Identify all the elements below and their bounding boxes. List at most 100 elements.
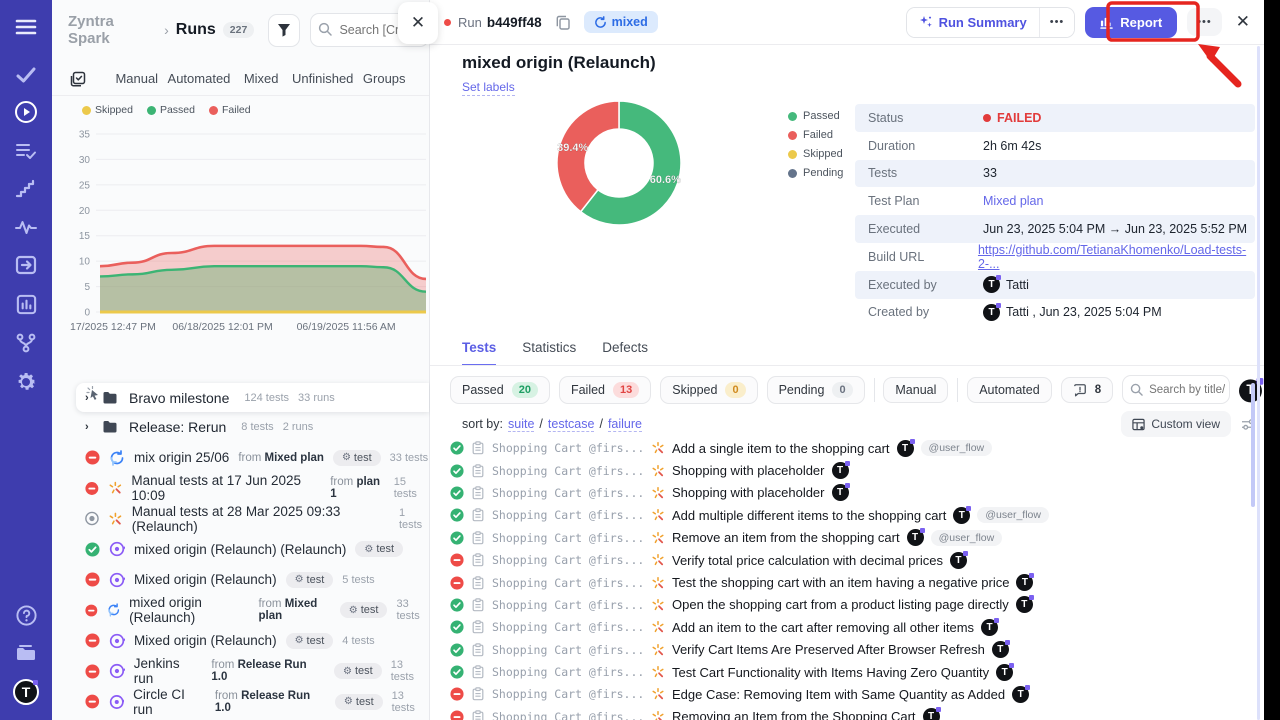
avatar[interactable]: T bbox=[907, 529, 924, 546]
test-row[interactable]: Shopping Cart @firs... Add a single item… bbox=[450, 437, 1256, 459]
tab-automated[interactable]: Automated bbox=[168, 71, 231, 86]
run-row[interactable]: Manual tests at 28 Mar 2025 09:33 (Relau… bbox=[52, 504, 429, 535]
sidebar-sign-in-icon[interactable] bbox=[0, 250, 52, 280]
sidebar-menu-icon[interactable] bbox=[0, 12, 52, 42]
avatar[interactable]: T bbox=[832, 484, 849, 501]
sidebar-play-circle-icon[interactable] bbox=[0, 97, 52, 127]
avatar[interactable]: T bbox=[983, 304, 1000, 321]
run-tests-count: 13 tests bbox=[392, 690, 429, 714]
run-row[interactable]: Circle CI runfrom Release Run 1.0⚙test13… bbox=[52, 687, 429, 718]
failed-status-icon bbox=[85, 664, 100, 679]
tab-unfinished[interactable]: Unfinished bbox=[292, 71, 354, 86]
run-type-badge[interactable]: mixed bbox=[584, 11, 658, 33]
run-row[interactable]: mix origin 25/06from Mixed plan⚙test33 t… bbox=[52, 443, 429, 474]
manual-run-icon bbox=[651, 710, 665, 720]
run-summary-button[interactable]: Run Summary bbox=[907, 8, 1039, 37]
sidebar-help-icon[interactable] bbox=[0, 600, 52, 630]
test-row[interactable]: Shopping Cart @firs... Open the shopping… bbox=[450, 594, 1256, 616]
run-row[interactable]: mixed origin (Relaunch) (Relaunch)⚙test bbox=[52, 534, 429, 565]
failed-status-icon bbox=[85, 481, 99, 496]
test-row[interactable]: Shopping Cart @firs... Test Cart Functio… bbox=[450, 661, 1256, 683]
custom-view-button[interactable]: Custom view bbox=[1121, 411, 1231, 437]
test-row[interactable]: Shopping Cart @firs... Shopping with pla… bbox=[450, 459, 1256, 481]
test-row[interactable]: Shopping Cart @firs... Edge Case: Removi… bbox=[450, 683, 1256, 705]
test-row[interactable]: Shopping Cart @firs... Removing an Item … bbox=[450, 706, 1256, 720]
run-row[interactable]: Jenkins runfrom Release Run 1.0⚙test13 t… bbox=[52, 656, 429, 687]
avatar[interactable]: T bbox=[897, 440, 914, 457]
user-value: TTatti , Jun 23, 2025 5:04 PM bbox=[983, 304, 1162, 321]
avatar[interactable]: T bbox=[983, 276, 1000, 293]
avatar[interactable]: T bbox=[1012, 686, 1029, 703]
sort-suite-link[interactable]: suite bbox=[508, 417, 534, 432]
filter-chip-passed[interactable]: Passed20 bbox=[450, 376, 550, 404]
sidebar-docs-icon[interactable] bbox=[0, 638, 52, 668]
test-row[interactable]: Shopping Cart @firs... Add multiple diff… bbox=[450, 504, 1256, 526]
run-summary-more-button[interactable]: ••• bbox=[1039, 8, 1075, 37]
filter-button[interactable] bbox=[268, 14, 300, 47]
tab-defects[interactable]: Defects bbox=[602, 340, 648, 366]
set-labels-link[interactable]: Set labels bbox=[462, 80, 515, 96]
filter-chip-skipped[interactable]: Skipped0 bbox=[660, 376, 757, 404]
sort-failure-link[interactable]: failure bbox=[608, 417, 642, 432]
avatar[interactable]: T bbox=[992, 641, 1009, 658]
run-row[interactable]: Mixed origin (Relaunch)⚙test5 tests bbox=[52, 565, 429, 596]
filter-chip-manual[interactable]: Manual bbox=[883, 377, 948, 403]
close-icon: ✕ bbox=[1236, 12, 1250, 31]
report-button[interactable]: Report bbox=[1085, 7, 1177, 38]
avatar[interactable]: T bbox=[832, 462, 849, 479]
run-group-row[interactable]: › Bravo milestone 124 tests 33 runs bbox=[76, 383, 429, 412]
test-row[interactable]: Shopping Cart @firs... Add an item to th… bbox=[450, 616, 1256, 638]
scrollbar-thumb[interactable] bbox=[1251, 383, 1255, 507]
sidebar-branch-icon[interactable] bbox=[0, 328, 52, 358]
sidebar-settings-icon[interactable] bbox=[0, 367, 52, 397]
select-all-icon[interactable] bbox=[70, 71, 86, 87]
tab-statistics[interactable]: Statistics bbox=[522, 340, 576, 366]
sidebar-check-icon[interactable] bbox=[0, 60, 52, 90]
tab-tests[interactable]: Tests bbox=[462, 340, 496, 366]
run-row[interactable]: Mixed origin (Relaunch)⚙test4 tests bbox=[52, 626, 429, 657]
test-row[interactable]: Shopping Cart @firs... Remove an item fr… bbox=[450, 527, 1256, 549]
tab-manual[interactable]: Manual bbox=[106, 71, 168, 86]
avatar[interactable]: T bbox=[1016, 574, 1033, 591]
legend-dot bbox=[147, 106, 156, 115]
sidebar-steps-icon[interactable] bbox=[0, 174, 52, 204]
test-row[interactable]: Shopping Cart @firs... Verify total pric… bbox=[450, 549, 1256, 571]
filter-chip-failed[interactable]: Failed13 bbox=[559, 376, 651, 404]
breadcrumb-project[interactable]: Zyntra Spark bbox=[68, 13, 157, 47]
detail-close-button[interactable]: ✕ bbox=[1236, 12, 1250, 32]
sidebar-report-icon[interactable] bbox=[0, 289, 52, 319]
sidebar-list-check-icon[interactable] bbox=[0, 136, 52, 166]
test-row[interactable]: Shopping Cart @firs... Verify Cart Items… bbox=[450, 639, 1256, 661]
chevron-right-icon[interactable]: › bbox=[85, 421, 93, 433]
avatar[interactable]: T bbox=[981, 619, 998, 636]
test-plan-link[interactable]: Mixed plan bbox=[983, 194, 1043, 208]
run-group-row[interactable]: › Release: Rerun 8 tests 2 runs bbox=[52, 412, 429, 443]
comments-filter-chip[interactable]: 8 bbox=[1061, 377, 1113, 403]
more-actions-button[interactable]: ••• bbox=[1187, 8, 1222, 36]
sidebar-activity-icon[interactable] bbox=[0, 212, 52, 242]
avatar[interactable]: T bbox=[950, 552, 967, 569]
tab-groups[interactable]: Groups bbox=[353, 71, 415, 86]
panel-close-button[interactable]: ✕ bbox=[398, 2, 438, 44]
copy-run-id-button[interactable] bbox=[556, 15, 570, 30]
filter-chip-automated[interactable]: Automated bbox=[967, 377, 1051, 403]
build-url-link[interactable]: https://github.com/TetianaKhomenko/Load-… bbox=[978, 243, 1255, 271]
test-row[interactable]: Shopping Cart @firs... Shopping with pla… bbox=[450, 482, 1256, 504]
sidebar-avatar-icon[interactable]: T bbox=[0, 677, 52, 707]
avatar[interactable]: T bbox=[953, 507, 970, 524]
run-tests-count: 15 tests bbox=[394, 476, 429, 500]
run-row[interactable]: mixed origin (Relaunch)from Mixed plan⚙t… bbox=[52, 595, 429, 626]
sort-testcase-link[interactable]: testcase bbox=[548, 417, 595, 432]
avatar[interactable]: T bbox=[996, 664, 1013, 681]
scrollbar-track[interactable] bbox=[1257, 46, 1260, 720]
detail-row: Build URLhttps://github.com/TetianaKhome… bbox=[855, 243, 1255, 271]
run-row[interactable]: Manual tests at 17 Jun 2025 10:09from pl… bbox=[52, 473, 429, 504]
user-avatar[interactable]: T bbox=[13, 679, 39, 705]
filter-chip-pending[interactable]: Pending0 bbox=[767, 376, 865, 404]
user-name: Tatti bbox=[1006, 278, 1029, 292]
test-row[interactable]: Shopping Cart @firs... Test the shopping… bbox=[450, 571, 1256, 593]
test-suite: Shopping Cart @firs... bbox=[492, 643, 644, 657]
avatar[interactable]: T bbox=[1016, 596, 1033, 613]
avatar[interactable]: T bbox=[923, 708, 940, 720]
tab-mixed[interactable]: Mixed bbox=[230, 71, 292, 86]
